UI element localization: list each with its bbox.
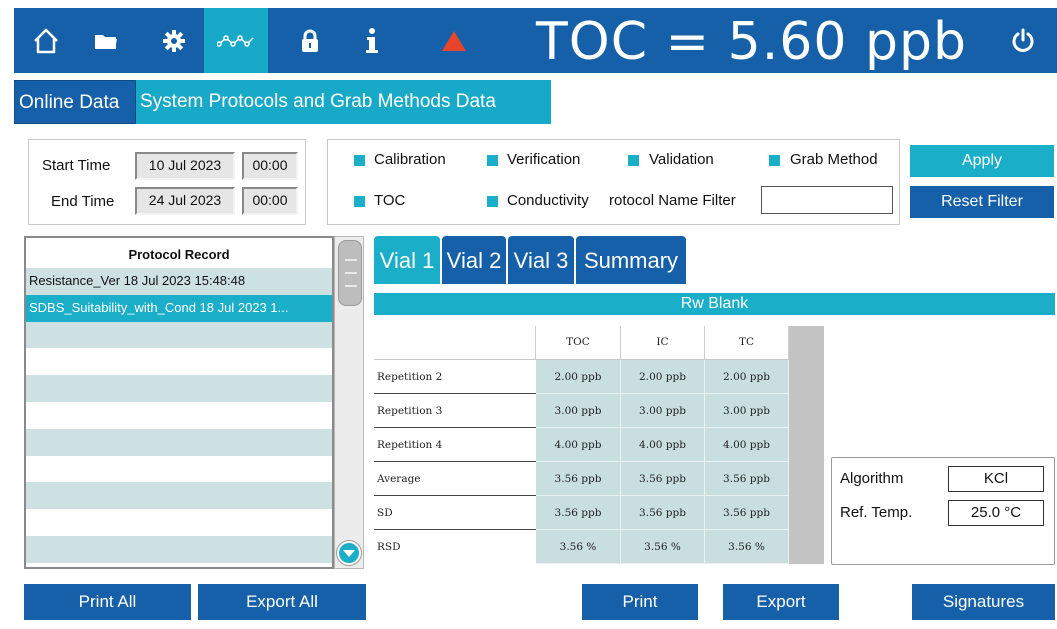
scroll-thumb[interactable] [338, 240, 362, 306]
table-header-blank [374, 326, 536, 359]
table-cell: 3.00 ppb [536, 394, 621, 428]
table-cell: 4.00 ppb [705, 428, 789, 462]
signatures-button[interactable]: Signatures [912, 584, 1055, 620]
grab-method-checkbox[interactable] [769, 155, 780, 166]
reset-filter-button[interactable]: Reset Filter [910, 186, 1054, 218]
end-time-field[interactable]: 00:00 [242, 187, 298, 215]
list-item[interactable] [26, 535, 332, 563]
table-scroll-strip [789, 326, 824, 564]
chevron-down-icon [343, 550, 355, 557]
list-item[interactable] [26, 348, 332, 375]
table-cell: 3.56 % [536, 530, 621, 564]
table-cell: 3.56 ppb [621, 496, 705, 530]
table-cell: 3.56 % [621, 530, 705, 564]
protocol-record-header: Protocol Record [128, 247, 230, 262]
lock-icon[interactable] [278, 8, 342, 73]
row-label: Repetition 4 [374, 428, 536, 462]
table-cell: 3.00 ppb [621, 394, 705, 428]
row-label: Average [374, 462, 536, 496]
section-title: Rw Blank [374, 293, 1055, 315]
protocol-record-list: Protocol Record Resistance_Ver 18 Jul 20… [24, 236, 334, 569]
table-cell: 3.56 ppb [621, 462, 705, 496]
export-all-button[interactable]: Export All [198, 584, 366, 620]
table-cell: 4.00 ppb [621, 428, 705, 462]
list-item[interactable] [26, 375, 332, 402]
protocol-name-filter-input[interactable] [761, 186, 893, 214]
tab-summary[interactable]: Summary [576, 236, 686, 284]
row-label: Repetition 3 [374, 394, 536, 428]
tab-online-data[interactable]: Online Data [14, 80, 136, 124]
time-filter-panel: Start Time 10 Jul 2023 00:00 End Time 24… [28, 139, 306, 225]
home-icon[interactable] [14, 8, 78, 73]
column-header-ic: IC [621, 326, 705, 359]
algorithm-label: Algorithm [840, 470, 904, 487]
protocol-list-scrollbar[interactable] [334, 236, 364, 569]
toc-reading: TOC = 5.60 ppb [536, 12, 967, 72]
conductivity-label: Conductivity [507, 192, 589, 209]
column-header-toc: TOC [536, 326, 621, 359]
table-cell: 3.56 ppb [536, 462, 621, 496]
table-cell: 3.56 ppb [705, 462, 789, 496]
verification-checkbox[interactable] [487, 155, 498, 166]
tab-vial-3[interactable]: Vial 3 [508, 236, 574, 284]
list-item[interactable]: Resistance_Ver 18 Jul 2023 15:48:48 [26, 268, 332, 295]
table-cell: 2.00 ppb [621, 360, 705, 394]
end-time-label: End Time [51, 193, 115, 210]
protocol-filter-panel: Calibration Verification Validation Grab… [327, 139, 900, 225]
row-label: Repetition 2 [374, 360, 536, 394]
gear-icon[interactable] [142, 8, 206, 73]
grab-method-label: Grab Method [790, 151, 878, 168]
table-cell: 2.00 ppb [536, 360, 621, 394]
list-item[interactable] [26, 482, 332, 510]
apply-button[interactable]: Apply [910, 145, 1054, 177]
table-cell: 3.56 % [705, 530, 789, 564]
tab-vial-2[interactable]: Vial 2 [442, 236, 506, 284]
alarm-triangle-icon[interactable] [422, 8, 486, 73]
table-cell: 3.00 ppb [705, 394, 789, 428]
tab-vial-1[interactable]: Vial 1 [374, 236, 440, 284]
algorithm-value: KCl [948, 466, 1044, 492]
print-button[interactable]: Print [582, 584, 698, 620]
table-cell: 2.00 ppb [705, 360, 789, 394]
start-date-field[interactable]: 10 Jul 2023 [135, 152, 235, 180]
list-item[interactable]: SDBS_Suitability_with_Cond 18 Jul 2023 1… [26, 294, 332, 322]
toc-checkbox[interactable] [354, 196, 365, 207]
conductivity-checkbox[interactable] [487, 196, 498, 207]
folder-icon[interactable] [74, 8, 138, 73]
validation-checkbox[interactable] [628, 155, 639, 166]
end-date-field[interactable]: 24 Jul 2023 [135, 187, 235, 215]
start-time-label: Start Time [42, 157, 111, 174]
list-item[interactable] [26, 509, 332, 536]
column-header-tc: TC [705, 326, 789, 359]
toc-label: TOC [374, 192, 406, 209]
row-label: RSD [374, 530, 536, 564]
calibration-label: Calibration [374, 151, 446, 168]
export-button[interactable]: Export [723, 584, 839, 620]
validation-label: Validation [649, 151, 714, 168]
list-item[interactable] [26, 428, 332, 456]
table-cell: 3.56 ppb [705, 496, 789, 530]
tab-system-protocols[interactable]: System Protocols and Grab Methods Data [136, 80, 551, 124]
trend-icon[interactable] [204, 8, 268, 73]
start-time-field[interactable]: 00:00 [242, 152, 298, 180]
top-bar: TOC = 5.60 ppb [14, 8, 1057, 73]
results-table: TOC IC TC Repetition 2 Repetition 3 Repe… [374, 326, 824, 564]
protocol-name-filter-label: rotocol Name Filter [609, 192, 736, 209]
row-label: SD [374, 496, 536, 530]
list-item[interactable] [26, 402, 332, 429]
grip-icon [345, 259, 357, 287]
verification-label: Verification [507, 151, 581, 168]
info-icon[interactable] [340, 8, 404, 73]
table-cell: 4.00 ppb [536, 428, 621, 462]
scroll-down-button[interactable] [337, 541, 361, 565]
ref-temp-label: Ref. Temp. [840, 504, 913, 521]
ref-temp-value: 25.0 °C [948, 500, 1044, 526]
list-item[interactable] [26, 321, 332, 349]
table-cell: 3.56 ppb [536, 496, 621, 530]
power-icon[interactable] [1001, 8, 1045, 73]
calibration-checkbox[interactable] [354, 155, 365, 166]
algorithm-panel: Algorithm KCl Ref. Temp. 25.0 °C [831, 457, 1055, 565]
print-all-button[interactable]: Print All [24, 584, 191, 620]
list-item[interactable] [26, 456, 332, 483]
